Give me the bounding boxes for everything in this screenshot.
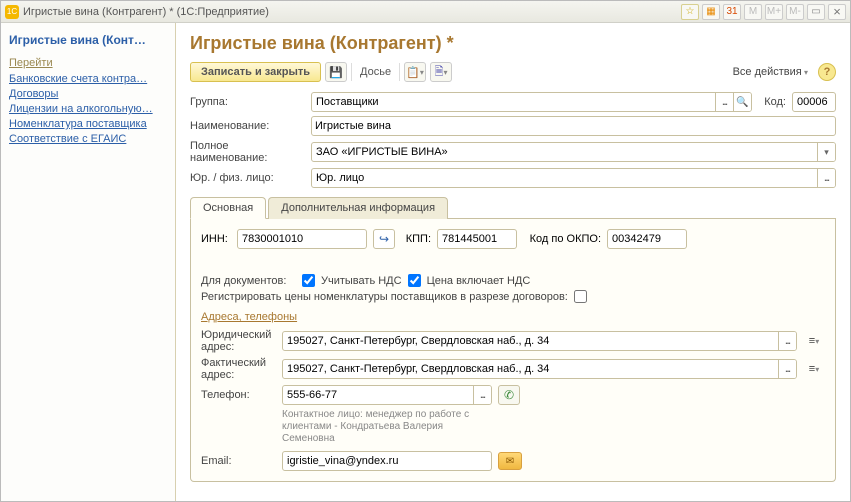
separator — [399, 63, 400, 81]
report-dropdown[interactable]: 📋 — [404, 62, 426, 82]
code-input[interactable] — [792, 92, 836, 112]
ellipsis-icon[interactable]: ... — [778, 332, 796, 350]
ellipsis-icon[interactable]: ... — [715, 93, 733, 111]
sidebar-title: Игристые вина (Конт… — [9, 33, 167, 47]
toolbar: Записать и закрыть 💾 Досье 📋 🗎 Все дейст… — [190, 62, 836, 82]
group-input[interactable] — [312, 94, 715, 110]
calendar-icon[interactable]: 31 — [723, 4, 741, 20]
legal-addr-input[interactable] — [283, 333, 778, 349]
tab-extra[interactable]: Дополнительная информация — [268, 197, 448, 219]
name-input[interactable] — [313, 119, 459, 133]
all-actions-menu[interactable]: Все действия — [733, 66, 808, 78]
vat-included-label: Цена включает НДС — [427, 275, 531, 287]
memory-mminus-button[interactable]: M- — [786, 4, 804, 20]
type-label: Юр. / физ. лицо: — [190, 172, 305, 184]
separator — [351, 63, 352, 81]
fullname-label: Полное наименование: — [190, 140, 305, 164]
addresses-section: Адреса, телефоны — [201, 311, 825, 323]
list-icon[interactable]: ≡ — [803, 359, 825, 379]
inn-input[interactable] — [238, 231, 366, 247]
mail-icon[interactable]: ✉ — [498, 452, 522, 470]
app-icon: 1С — [5, 5, 19, 19]
sidebar-link-contracts[interactable]: Договоры — [9, 88, 167, 100]
titlebar: 1С Игристые вина (Контрагент) * (1С:Пред… — [1, 1, 850, 23]
sidebar-link-egais[interactable]: Соответствие с ЕГАИС — [9, 133, 167, 145]
calculator-icon[interactable]: ▦ — [702, 4, 720, 20]
phone-label: Телефон: — [201, 389, 276, 401]
ellipsis-icon[interactable]: ... — [817, 169, 835, 187]
close-button[interactable]: × — [828, 4, 846, 20]
page-title: Игристые вина (Контрагент) * — [190, 33, 836, 54]
swap-icon[interactable]: ↪ — [373, 229, 395, 249]
ellipsis-icon[interactable]: ... — [473, 386, 491, 404]
tab-main[interactable]: Основная — [190, 197, 266, 219]
favorite-icon[interactable]: ☆ — [681, 4, 699, 20]
dropdown-icon[interactable]: ▾ — [817, 143, 835, 161]
vat-account-checkbox[interactable] — [302, 274, 315, 287]
email-label: Email: — [201, 455, 276, 467]
email-input[interactable] — [283, 453, 491, 469]
kpp-input[interactable] — [437, 229, 517, 249]
save-icon[interactable]: 💾 — [325, 62, 347, 82]
kpp-label: КПП: — [401, 233, 431, 245]
search-icon[interactable]: 🔍 — [733, 93, 751, 111]
fullname-input[interactable] — [312, 144, 817, 160]
window-title: Игристые вина (Контрагент) * (1С:Предпри… — [23, 6, 681, 18]
ellipsis-icon[interactable]: ... — [778, 360, 796, 378]
list-icon[interactable]: ≡ — [803, 331, 825, 351]
phone-icon[interactable]: ✆ — [498, 385, 520, 405]
sidebar-link-licenses[interactable]: Лицензии на алкогольную… — [9, 103, 167, 115]
help-button[interactable]: ? — [818, 63, 836, 81]
name-label: Наименование: — [190, 120, 305, 132]
memory-m-button[interactable]: M — [744, 4, 762, 20]
contact-hint: Контактное лицо: менеджер по работе с кл… — [282, 409, 482, 445]
sidebar-link-nomenclature[interactable]: Номенклатура поставщика — [9, 118, 167, 130]
type-input[interactable] — [312, 170, 817, 186]
dossier-link[interactable]: Досье — [356, 66, 395, 78]
phone-input[interactable] — [283, 387, 473, 403]
vat-included-checkbox[interactable] — [408, 274, 421, 287]
actual-addr-label: Фактический адрес: — [201, 357, 276, 381]
legal-addr-label: Юридический адрес: — [201, 329, 276, 353]
memory-mplus-button[interactable]: M+ — [765, 4, 783, 20]
tab-content-main: ИНН: ↪ КПП: Код по ОКПО: Для документов:… — [190, 219, 836, 482]
actual-addr-input[interactable] — [283, 361, 778, 377]
code-label: Код: — [758, 96, 786, 108]
vat-account-label: Учитывать НДС — [321, 275, 402, 287]
inn-label: ИНН: — [201, 233, 231, 245]
register-prices-checkbox[interactable] — [574, 290, 587, 303]
register-prices-label: Регистрировать цены номенклатуры поставщ… — [201, 291, 568, 303]
okpo-label: Код по ОКПО: — [523, 233, 601, 245]
minimize-button[interactable]: ▭ — [807, 4, 825, 20]
okpo-input[interactable] — [607, 229, 687, 249]
sidebar-link-bank-accounts[interactable]: Банковские счета контра… — [9, 73, 167, 85]
group-label: Группа: — [190, 96, 305, 108]
sidebar: Игристые вина (Конт… Перейти Банковские … — [1, 23, 176, 501]
sidebar-section-label: Перейти — [9, 57, 167, 69]
docs-label: Для документов: — [201, 275, 296, 287]
print-dropdown[interactable]: 🗎 — [430, 62, 452, 82]
save-and-close-button[interactable]: Записать и закрыть — [190, 62, 321, 82]
